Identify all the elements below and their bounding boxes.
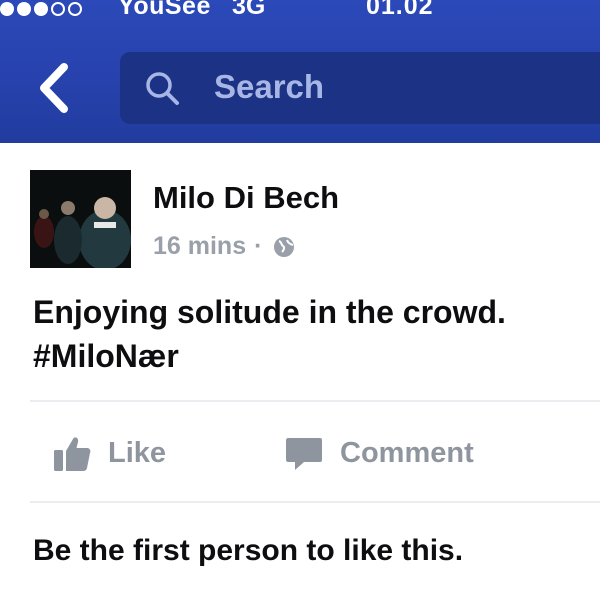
hashtag-link[interactable]: #MiloNær <box>33 334 593 378</box>
signal-dot <box>17 2 31 16</box>
signal-dot <box>34 2 48 16</box>
search-icon <box>146 72 179 105</box>
search-input[interactable]: Search <box>120 52 600 124</box>
search-placeholder: Search <box>214 68 325 105</box>
chevron-left-icon <box>40 63 68 113</box>
status-bar: YouSee 3G 01.02 <box>0 0 600 24</box>
globe-icon <box>274 236 295 257</box>
avatar[interactable] <box>30 170 131 268</box>
top-bar: YouSee 3G 01.02 Search <box>0 0 600 143</box>
back-button[interactable] <box>30 58 76 118</box>
signal-dot <box>68 2 82 16</box>
comment-label: Comment <box>340 436 474 469</box>
network-type: 3G <box>232 0 266 20</box>
like-label: Like <box>108 436 167 469</box>
signal-dot <box>0 2 14 16</box>
like-button[interactable]: Like <box>52 430 166 476</box>
post-text: Enjoying solitude in the crowd. #MiloNær <box>33 290 593 378</box>
divider <box>30 400 600 402</box>
post-meta: 16 mins · <box>153 232 296 261</box>
status-clock: 01.02 <box>366 0 434 20</box>
meta-separator: · <box>254 232 263 260</box>
post-text-line: Enjoying solitude in the crowd. <box>33 294 506 330</box>
signal-strength-icon <box>0 0 85 18</box>
comment-button[interactable]: Comment <box>284 430 474 476</box>
thumbs-up-icon <box>54 437 91 471</box>
divider <box>30 501 600 503</box>
post-author[interactable]: Milo Di Bech <box>153 180 339 216</box>
likes-summary: Be the first person to like this. <box>33 534 464 567</box>
comment-icon <box>286 438 322 470</box>
post-timestamp[interactable]: 16 mins <box>153 232 246 261</box>
carrier-name: YouSee <box>118 0 211 20</box>
avatar-photo <box>30 170 131 268</box>
signal-dot <box>51 2 65 16</box>
